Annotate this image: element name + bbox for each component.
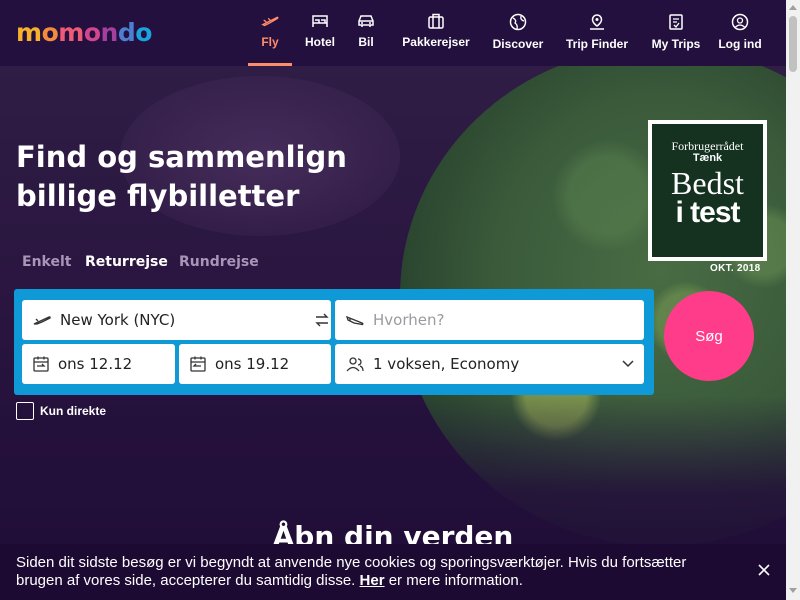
car-icon xyxy=(358,15,374,27)
title-line: Find og sammenlign xyxy=(16,140,347,174)
nav-label: Pakkerejser xyxy=(402,35,470,49)
travelers-icon xyxy=(346,357,364,372)
logo-letter: n xyxy=(100,18,119,47)
top-header: momondo Fly Hotel Bil Pakkerejser Discov… xyxy=(0,0,786,66)
calendar-icon xyxy=(33,356,49,372)
nav-label: Fly xyxy=(261,35,279,49)
takeoff-icon xyxy=(33,316,51,325)
logo-letter: o xyxy=(41,18,59,47)
nav-fly[interactable]: Fly xyxy=(248,0,292,66)
origin-field[interactable]: New York (NYC) xyxy=(22,300,331,340)
nav-discover[interactable]: Discover xyxy=(492,0,544,66)
landing-icon xyxy=(345,315,364,326)
cookie-text-after: er mere information. xyxy=(388,572,523,589)
depart-date-value: ons 12.12 xyxy=(58,355,133,373)
direct-only-label: Kun direkte xyxy=(40,404,107,418)
nav-label: Trip Finder xyxy=(565,37,628,51)
momondo-logo[interactable]: momondo xyxy=(16,18,152,47)
scrollbar-thumb[interactable] xyxy=(789,16,797,72)
trip-type-multicity[interactable]: Rundrejse xyxy=(179,254,259,270)
badge-line: i test xyxy=(675,196,740,229)
nav-login[interactable]: Log ind xyxy=(716,0,764,66)
badge-line: Forbrugerrådet xyxy=(671,139,744,153)
nav-label: Hotel xyxy=(305,35,335,49)
best-in-test-badge: Forbrugerrådet Tænk Bedst i test xyxy=(648,120,767,261)
suitcase-icon xyxy=(428,13,444,29)
plane-icon xyxy=(261,16,279,27)
badge-date: OKT. 2018 xyxy=(710,263,761,274)
cookie-text: Siden dit sidste besøg er vi begyndt at … xyxy=(16,554,687,589)
scroll-down-arrow[interactable] xyxy=(789,588,797,593)
nav-label: Log ind xyxy=(718,37,762,51)
cookie-info-link[interactable]: Her xyxy=(360,572,385,589)
return-date-value: ons 19.12 xyxy=(215,355,290,373)
itinerary-icon xyxy=(669,14,683,30)
destination-field[interactable]: Hvorhen? xyxy=(335,300,644,340)
nav-my-trips[interactable]: My Trips xyxy=(650,0,702,66)
origin-value: New York (NYC) xyxy=(60,311,176,329)
title-line: billige flybilletter xyxy=(16,179,300,213)
cookie-banner: Siden dit sidste besøg er vi begyndt at … xyxy=(0,544,786,600)
hero-section: Find og sammenlign billige flybilletter … xyxy=(0,66,786,600)
nav-car[interactable]: Bil xyxy=(354,0,378,66)
swap-icon[interactable] xyxy=(314,312,330,328)
badge-inner: Forbrugerrådet Tænk Bedst i test xyxy=(652,124,763,257)
map-pin-icon xyxy=(590,14,604,30)
return-date-field[interactable]: ons 19.12 xyxy=(179,344,331,384)
badge-line: Tænk xyxy=(692,152,723,164)
nav-hotel[interactable]: Hotel xyxy=(302,0,338,66)
logo-letter: o xyxy=(83,18,101,47)
depart-date-field[interactable]: ons 12.12 xyxy=(22,344,175,384)
chevron-down-icon xyxy=(622,360,634,368)
travelers-field[interactable]: 1 voksen, Economy xyxy=(335,344,644,384)
trip-type-oneway[interactable]: Enkelt xyxy=(22,254,71,270)
nav-label: Bil xyxy=(358,35,374,49)
search-button[interactable]: Søg xyxy=(664,291,754,381)
destination-placeholder: Hvorhen? xyxy=(373,311,445,329)
nav-packages[interactable]: Pakkerejser xyxy=(400,0,472,66)
user-icon xyxy=(731,13,749,31)
nav-label: My Trips xyxy=(651,37,701,51)
trip-type-return[interactable]: Returrejse xyxy=(85,254,168,270)
nav-label: Discover xyxy=(492,37,544,51)
checkbox-box[interactable] xyxy=(16,402,34,420)
globe-icon xyxy=(509,13,527,31)
logo-letter: m xyxy=(58,18,84,47)
calendar-icon xyxy=(190,356,206,372)
logo-letter: o xyxy=(135,18,152,47)
page-title: Find og sammenlign billige flybilletter xyxy=(16,138,356,216)
direct-only-checkbox[interactable]: Kun direkte xyxy=(16,402,106,420)
logo-letter: d xyxy=(117,18,136,47)
nav-trip-finder[interactable]: Trip Finder xyxy=(565,0,629,66)
travelers-value: 1 voksen, Economy xyxy=(373,355,520,373)
scroll-up-arrow[interactable] xyxy=(789,5,797,10)
page-scrollbar[interactable] xyxy=(786,0,800,600)
bed-icon xyxy=(312,15,328,27)
search-panel: New York (NYC) Hvorhen? ons 12.12 ons 19… xyxy=(14,289,654,395)
logo-letter: m xyxy=(16,18,42,47)
badge-line: Bedst xyxy=(671,165,744,201)
close-icon[interactable] xyxy=(756,562,772,578)
